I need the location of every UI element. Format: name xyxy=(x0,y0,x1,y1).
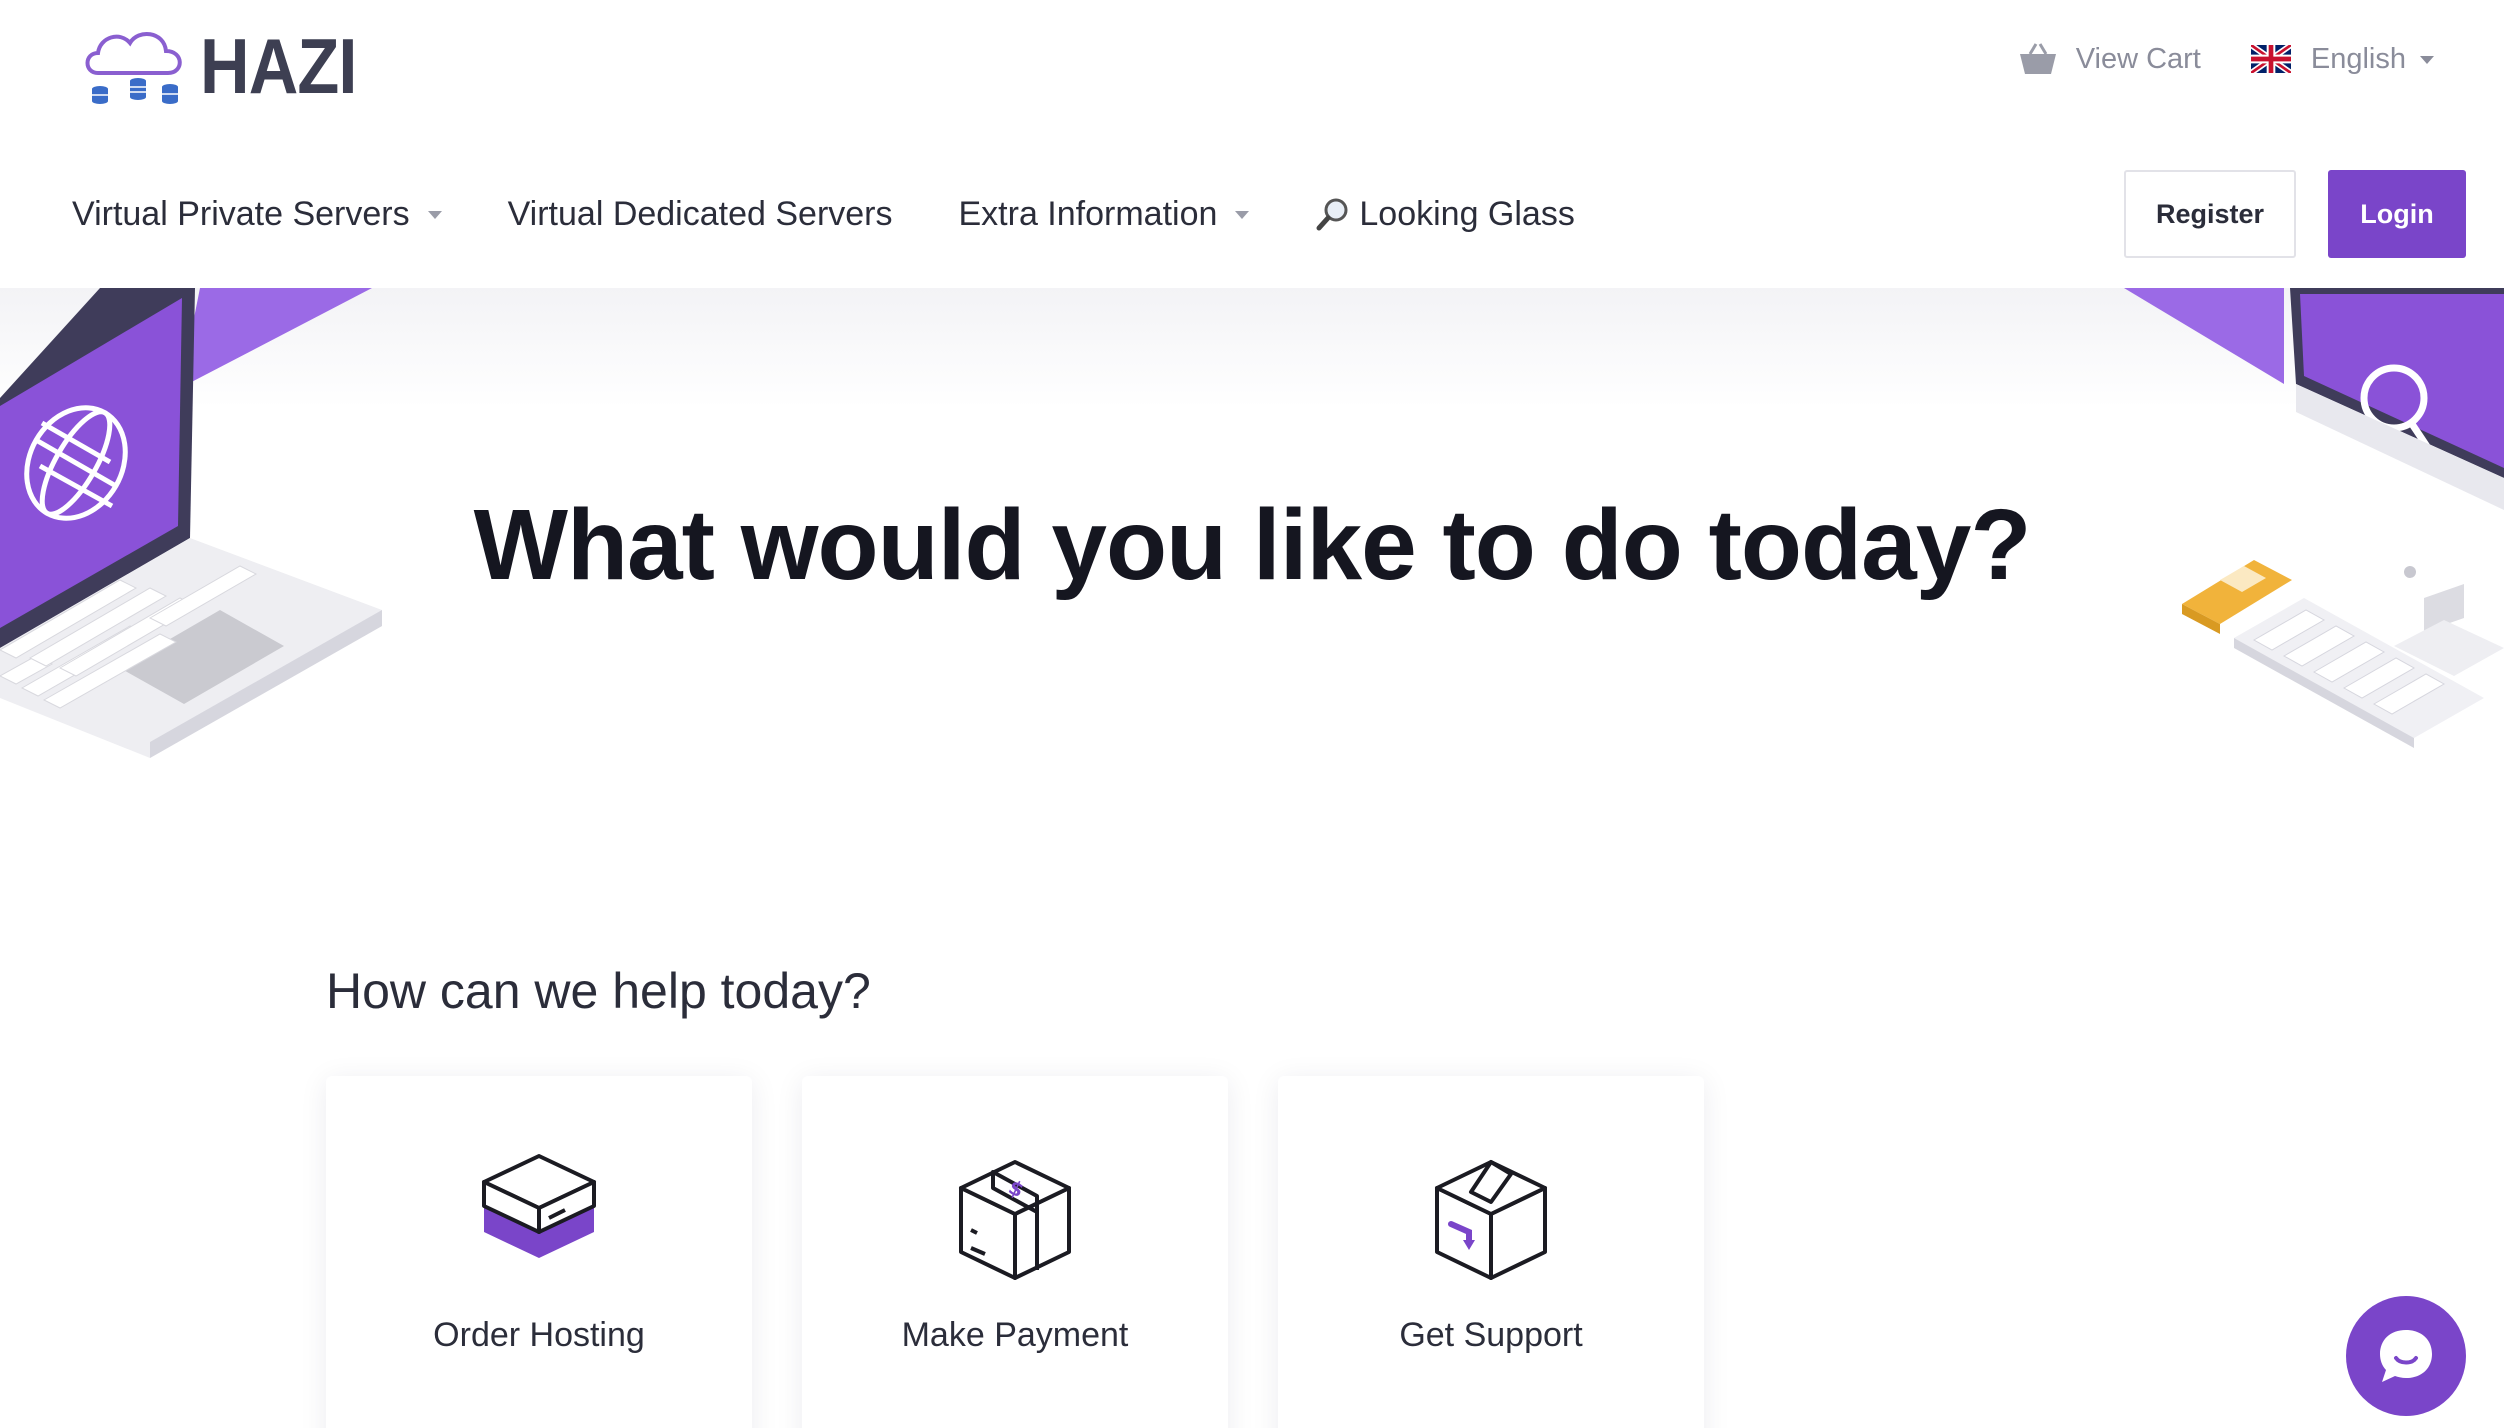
chevron-down-icon xyxy=(427,211,442,219)
payment-package-icon: $ xyxy=(959,1160,1071,1280)
login-button[interactable]: Login xyxy=(2328,170,2466,258)
nav-item-looking-glass[interactable]: Looking Glass xyxy=(1315,194,1575,234)
order-hosting-label: Order Hosting xyxy=(433,1316,645,1354)
hero-banner: What would you like to do today? xyxy=(0,288,2504,808)
view-cart-link[interactable]: View Cart xyxy=(2018,42,2201,76)
top-bar: HAZI View Cart English xyxy=(0,0,2504,140)
get-support-label: Get Support xyxy=(1399,1316,1583,1354)
help-cards: Order Hosting $ Make Payment Get Support xyxy=(326,1076,1754,1428)
chevron-down-icon xyxy=(2420,56,2434,64)
nav-item-virtual-private-servers[interactable]: Virtual Private Servers xyxy=(72,195,442,234)
make-payment-label: Make Payment xyxy=(901,1316,1129,1354)
nav-item-label: Virtual Private Servers xyxy=(72,194,410,233)
nav-item-virtual-dedicated-servers[interactable]: Virtual Dedicated Servers xyxy=(508,195,893,234)
magnifier-icon xyxy=(1316,198,1348,231)
basket-icon xyxy=(2019,43,2056,74)
nav-item-extra-information[interactable]: Extra Information xyxy=(959,195,1250,234)
support-box-icon xyxy=(1435,1160,1547,1280)
nav-item-label: Extra Information xyxy=(958,194,1218,233)
nav-item-label: Virtual Dedicated Servers xyxy=(507,194,893,233)
register-button[interactable]: Register xyxy=(2124,170,2296,258)
chevron-down-icon xyxy=(1235,211,1250,219)
top-right-links: View Cart English xyxy=(2018,42,2434,76)
order-hosting-card[interactable]: Order Hosting xyxy=(326,1076,752,1428)
uk-flag-icon xyxy=(2250,45,2291,73)
brand-name: HAZI xyxy=(200,21,358,110)
brand-logo[interactable]: HAZI xyxy=(80,20,378,112)
make-payment-card[interactable]: $ Make Payment xyxy=(802,1076,1228,1428)
hero-title: What would you like to do today? xyxy=(473,489,2032,601)
server-box-icon xyxy=(482,1154,596,1258)
cloud-database-icon xyxy=(85,32,182,104)
language-label: English xyxy=(2310,42,2406,75)
get-support-card[interactable]: Get Support xyxy=(1278,1076,1704,1428)
chat-widget-button[interactable] xyxy=(2346,1296,2466,1416)
main-nav: Virtual Private Servers Virtual Dedicate… xyxy=(0,140,2504,288)
nav-item-label: Looking Glass xyxy=(1359,194,1575,233)
language-selector[interactable]: English xyxy=(2250,42,2434,76)
chat-bubble-icon xyxy=(2380,1330,2432,1382)
view-cart-label: View Cart xyxy=(2075,42,2201,75)
help-section-title: How can we help today? xyxy=(326,963,871,1019)
